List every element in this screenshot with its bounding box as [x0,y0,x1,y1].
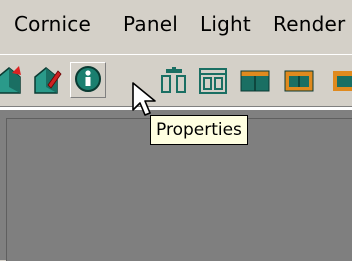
house-pencil-button[interactable] [30,63,64,97]
toolbar [0,54,352,107]
properties-tooltip: Properties [150,115,248,145]
menu-panel[interactable]: Panel [123,12,178,36]
columns-frame-icon [199,68,227,94]
menu-render[interactable]: Render [273,12,345,36]
columns-small-button[interactable] [158,63,192,97]
window-orange-button-3[interactable] [330,63,352,97]
window-orange-icon-2 [284,70,314,92]
mouse-cursor-icon [132,82,156,116]
window-orange-button-2[interactable] [282,63,316,97]
properties-button[interactable] [70,62,106,98]
window-orange-icon [240,70,270,92]
house-red-arrow-button[interactable] [0,63,26,97]
info-icon [75,66,101,92]
window-orange-button[interactable] [238,63,272,97]
menu-cornice[interactable]: Cornice [14,12,91,36]
menu-light[interactable]: Light [200,12,251,36]
columns-small-icon [161,67,186,93]
columns-frame-button[interactable] [196,63,230,97]
house-red-arrow-icon [0,66,21,94]
window-orange-icon-3 [333,71,352,91]
house-pencil-icon [34,67,62,94]
menu-bar: Cornice Panel Light Render [0,0,352,52]
